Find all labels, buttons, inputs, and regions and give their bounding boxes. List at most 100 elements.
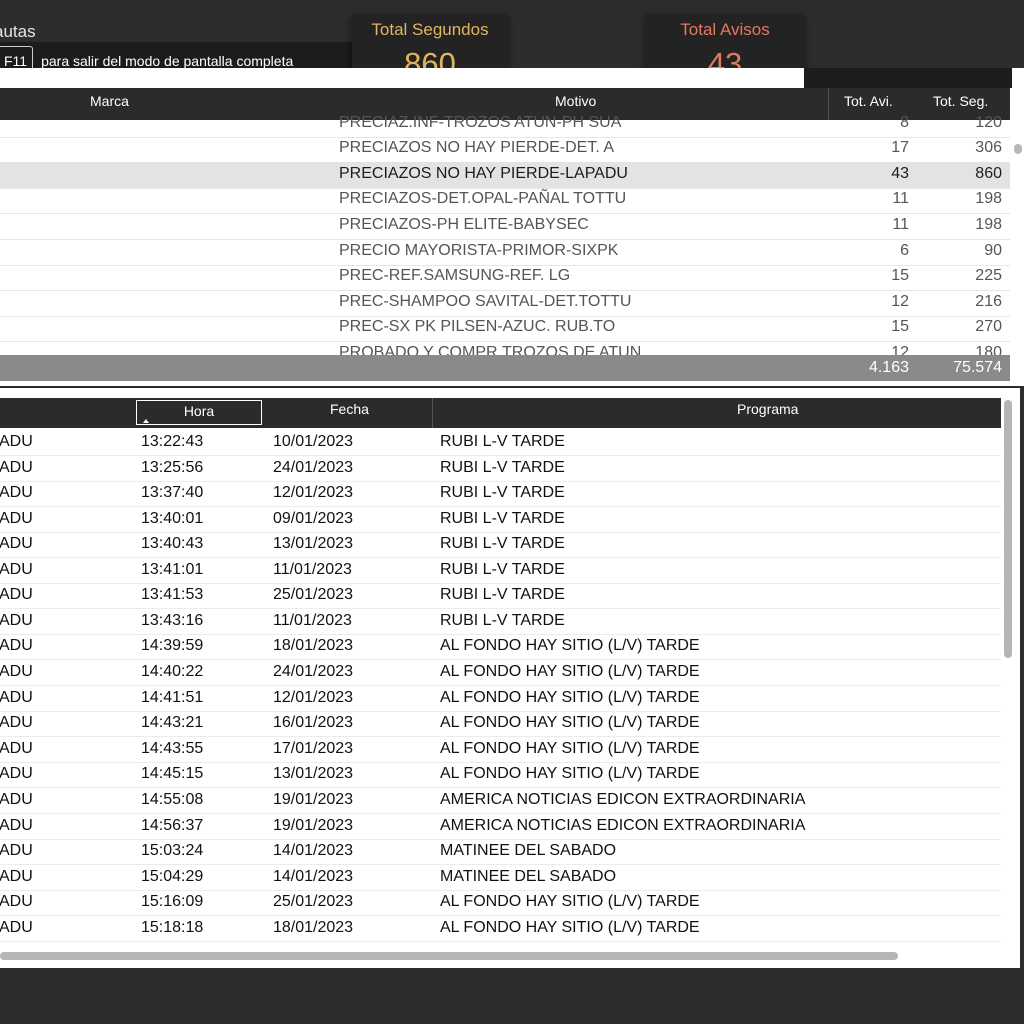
table-row[interactable]: ADU 14:56:37 19/01/2023 AMERICA NOTICIAS… xyxy=(0,814,1001,840)
cell-fecha: 19/01/2023 xyxy=(273,791,354,808)
cell-fecha: 10/01/2023 xyxy=(273,433,354,450)
table-row[interactable]: ADU 13:41:53 25/01/2023 RUBI L-V TARDE xyxy=(0,583,1001,609)
col-header-tot-avi[interactable]: Tot. Avi. xyxy=(844,93,893,109)
app-title: autas xyxy=(0,22,36,41)
table-row-selected[interactable]: PRECIAZOS NO HAY PIERDE-LAPADU 43 860 xyxy=(0,162,1010,189)
cell-programa: RUBI L-V TARDE xyxy=(440,586,565,603)
cell-fecha: 18/01/2023 xyxy=(273,919,354,936)
cell-programa: RUBI L-V TARDE xyxy=(440,612,565,629)
cell-tot-seg: 306 xyxy=(975,139,1002,156)
table-row[interactable]: ADU 15:04:29 14/01/2023 MATINEE DEL SABA… xyxy=(0,865,1001,891)
table-row[interactable]: ADU 13:25:56 24/01/2023 RUBI L-V TARDE xyxy=(0,456,1001,482)
detail-table-body[interactable]: ADU 13:22:43 10/01/2023 RUBI L-V TARDE A… xyxy=(0,430,1001,948)
table-row[interactable]: ADU 13:40:43 13/01/2023 RUBI L-V TARDE xyxy=(0,532,1001,558)
footer-strip xyxy=(0,968,1024,1024)
cell-marca: ADU xyxy=(0,535,33,552)
cell-motivo: PROBADO Y COMPR.TROZOS DE ATUN xyxy=(339,344,642,355)
cell-fecha: 09/01/2023 xyxy=(273,510,354,527)
cell-fecha: 19/01/2023 xyxy=(273,817,354,834)
cell-marca: ADU xyxy=(0,919,33,936)
cell-hora: 13:40:01 xyxy=(141,510,204,527)
detail-table-header: Hora Fecha Programa xyxy=(0,398,1001,428)
table-row[interactable]: ADU 13:41:01 11/01/2023 RUBI L-V TARDE xyxy=(0,558,1001,584)
cell-marca: ADU xyxy=(0,868,33,885)
cell-marca: ADU xyxy=(0,510,33,527)
table-row[interactable]: ADU 14:40:22 24/01/2023 AL FONDO HAY SIT… xyxy=(0,660,1001,686)
cell-marca: ADU xyxy=(0,842,33,859)
cell-programa: AL FONDO HAY SITIO (L/V) TARDE xyxy=(440,637,700,654)
table-row[interactable]: ADU 13:22:43 10/01/2023 RUBI L-V TARDE xyxy=(0,430,1001,456)
table-row[interactable]: ADU 15:18:18 18/01/2023 AL FONDO HAY SIT… xyxy=(0,916,1001,942)
total-tot-seg: 75.574 xyxy=(953,359,1002,376)
table-row[interactable]: ADU 14:45:15 13/01/2023 AL FONDO HAY SIT… xyxy=(0,762,1001,788)
detail-table-vertical-scrollbar[interactable] xyxy=(1004,400,1012,658)
table-row[interactable]: PRECIAZOS-DET.OPAL-PAÑAL TOTTU 11 198 xyxy=(0,187,1010,214)
col-header-motivo[interactable]: Motivo xyxy=(555,93,596,109)
col-header-fecha[interactable]: Fecha xyxy=(330,401,369,417)
detail-table-horizontal-scrollbar[interactable] xyxy=(0,952,898,960)
cell-marca: ADU xyxy=(0,484,33,501)
cell-tot-avi: 8 xyxy=(900,115,909,131)
col-header-marca[interactable]: Marca xyxy=(90,93,129,109)
cell-hora: 13:37:40 xyxy=(141,484,204,501)
table-row[interactable]: ADU 14:43:55 17/01/2023 AL FONDO HAY SIT… xyxy=(0,737,1001,763)
cell-motivo: PRECIAZOS NO HAY PIERDE-LAPADU xyxy=(339,165,628,182)
kpi-total-avisos-label: Total Avisos xyxy=(680,20,770,39)
cell-hora: 14:41:51 xyxy=(141,689,204,706)
table-row[interactable]: ADU 14:43:21 16/01/2023 AL FONDO HAY SIT… xyxy=(0,711,1001,737)
cell-fecha: 18/01/2023 xyxy=(273,637,354,654)
col-header-tot-seg[interactable]: Tot. Seg. xyxy=(933,93,988,109)
table-row[interactable]: PRECIAZOS NO HAY PIERDE-DET. A 17 306 xyxy=(0,136,1010,163)
cell-programa: AL FONDO HAY SITIO (L/V) TARDE xyxy=(440,714,700,731)
cell-programa: AMERICA NOTICIAS EDICON EXTRAORDINARIA xyxy=(440,817,806,834)
col-header-programa[interactable]: Programa xyxy=(737,401,798,417)
table-row[interactable]: ADU 14:39:59 18/01/2023 AL FONDO HAY SIT… xyxy=(0,634,1001,660)
cell-tot-avi: 12 xyxy=(891,344,909,355)
cell-hora: 14:56:37 xyxy=(141,817,204,834)
cell-marca: ADU xyxy=(0,459,33,476)
table-row[interactable]: PRECIAZOS-PH ELITE-BABYSEC 11 198 xyxy=(0,213,1010,240)
table-row[interactable]: ADU 15:03:24 14/01/2023 MATINEE DEL SABA… xyxy=(0,839,1001,865)
cell-motivo: PREC-SHAMPOO SAVITAL-DET.TOTTU xyxy=(339,293,632,310)
motivo-table-body[interactable]: PRECIAZ.INF-TROZOS ATUN-PH SUA 8 120 PRE… xyxy=(0,115,1010,355)
cell-fecha: 11/01/2023 xyxy=(273,561,352,578)
cell-fecha: 25/01/2023 xyxy=(273,893,354,910)
cell-marca: ADU xyxy=(0,765,33,782)
cell-programa: RUBI L-V TARDE xyxy=(440,561,565,578)
table-row[interactable]: ADU 15:16:09 25/01/2023 AL FONDO HAY SIT… xyxy=(0,890,1001,916)
cell-hora: 15:04:29 xyxy=(141,868,204,885)
table-row[interactable]: ADU 13:40:01 09/01/2023 RUBI L-V TARDE xyxy=(0,507,1001,533)
cell-motivo: PREC-SX PK PILSEN-AZUC. RUB.TO xyxy=(339,318,616,335)
col-header-hora[interactable]: Hora xyxy=(136,400,262,425)
table-row[interactable]: PRECIAZ.INF-TROZOS ATUN-PH SUA 8 120 xyxy=(0,115,1010,138)
cell-marca: ADU xyxy=(0,586,33,603)
cell-hora: 14:40:22 xyxy=(141,663,204,680)
cell-programa: RUBI L-V TARDE xyxy=(440,535,565,552)
cell-fecha: 11/01/2023 xyxy=(273,612,352,629)
cell-motivo: PRECIAZOS-PH ELITE-BABYSEC xyxy=(339,216,589,233)
cell-marca: ADU xyxy=(0,714,33,731)
table-row[interactable]: ADU 14:41:51 12/01/2023 AL FONDO HAY SIT… xyxy=(0,686,1001,712)
cell-tot-seg: 270 xyxy=(975,318,1002,335)
cell-tot-avi: 12 xyxy=(891,293,909,310)
cell-programa: RUBI L-V TARDE xyxy=(440,433,565,450)
top-table-vertical-scrollbar[interactable] xyxy=(1014,144,1022,154)
table-row[interactable]: ADU 13:37:40 12/01/2023 RUBI L-V TARDE xyxy=(0,481,1001,507)
cell-tot-seg: 860 xyxy=(975,165,1002,182)
cell-hora: 14:45:15 xyxy=(141,765,204,782)
header-divider xyxy=(432,398,433,428)
table-row[interactable]: ADU 14:55:08 19/01/2023 AMERICA NOTICIAS… xyxy=(0,788,1001,814)
table-row[interactable]: PREC-REF.SAMSUNG-REF. LG 15 225 xyxy=(0,264,1010,291)
cell-motivo: PRECIO MAYORISTA-PRIMOR-SIXPK xyxy=(339,242,619,259)
table-row[interactable]: PRECIO MAYORISTA-PRIMOR-SIXPK 6 90 xyxy=(0,239,1010,266)
table-row[interactable]: PREC-SHAMPOO SAVITAL-DET.TOTTU 12 216 xyxy=(0,290,1010,317)
cell-fecha: 12/01/2023 xyxy=(273,484,354,501)
cell-tot-avi: 43 xyxy=(891,165,909,182)
table-row[interactable]: PROBADO Y COMPR.TROZOS DE ATUN 12 180 xyxy=(0,341,1010,355)
cell-programa: AMERICA NOTICIAS EDICON EXTRAORDINARIA xyxy=(440,791,806,808)
table-row[interactable]: PREC-SX PK PILSEN-AZUC. RUB.TO 15 270 xyxy=(0,315,1010,342)
cell-fecha: 16/01/2023 xyxy=(273,714,354,731)
table-row[interactable]: ADU 13:43:16 11/01/2023 RUBI L-V TARDE xyxy=(0,609,1001,635)
cell-marca: ADU xyxy=(0,612,33,629)
cell-marca: ADU xyxy=(0,689,33,706)
